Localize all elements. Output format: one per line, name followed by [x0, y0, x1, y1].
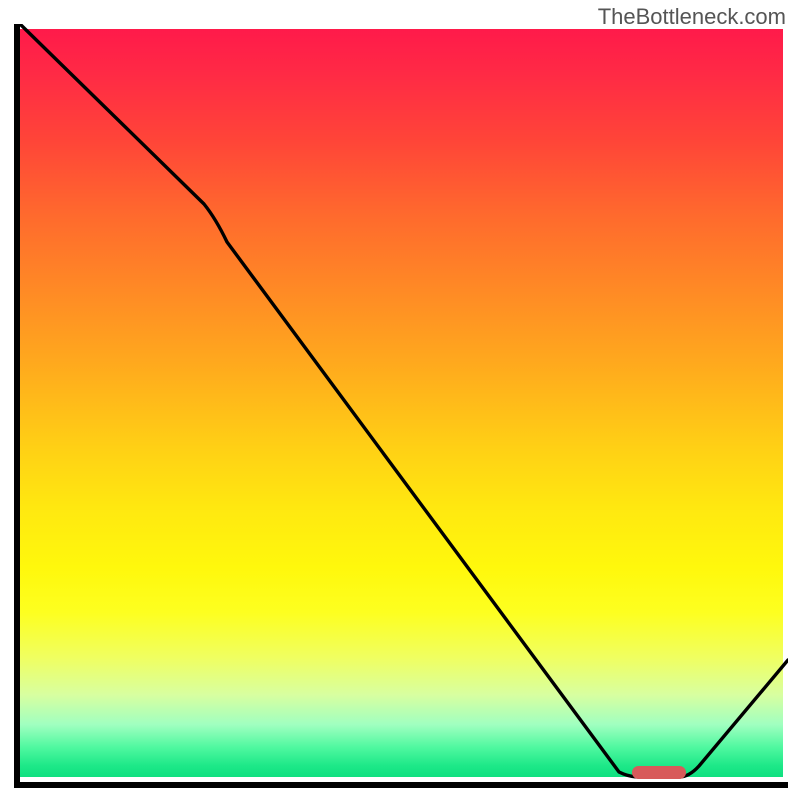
- y-axis: [14, 24, 20, 782]
- curve-layer: [14, 24, 788, 782]
- bottleneck-curve: [20, 24, 788, 777]
- chart-frame: [14, 24, 788, 788]
- optimal-marker: [632, 766, 686, 779]
- watermark-text: TheBottleneck.com: [598, 4, 786, 30]
- x-axis: [14, 782, 788, 788]
- plot-area: [14, 24, 788, 782]
